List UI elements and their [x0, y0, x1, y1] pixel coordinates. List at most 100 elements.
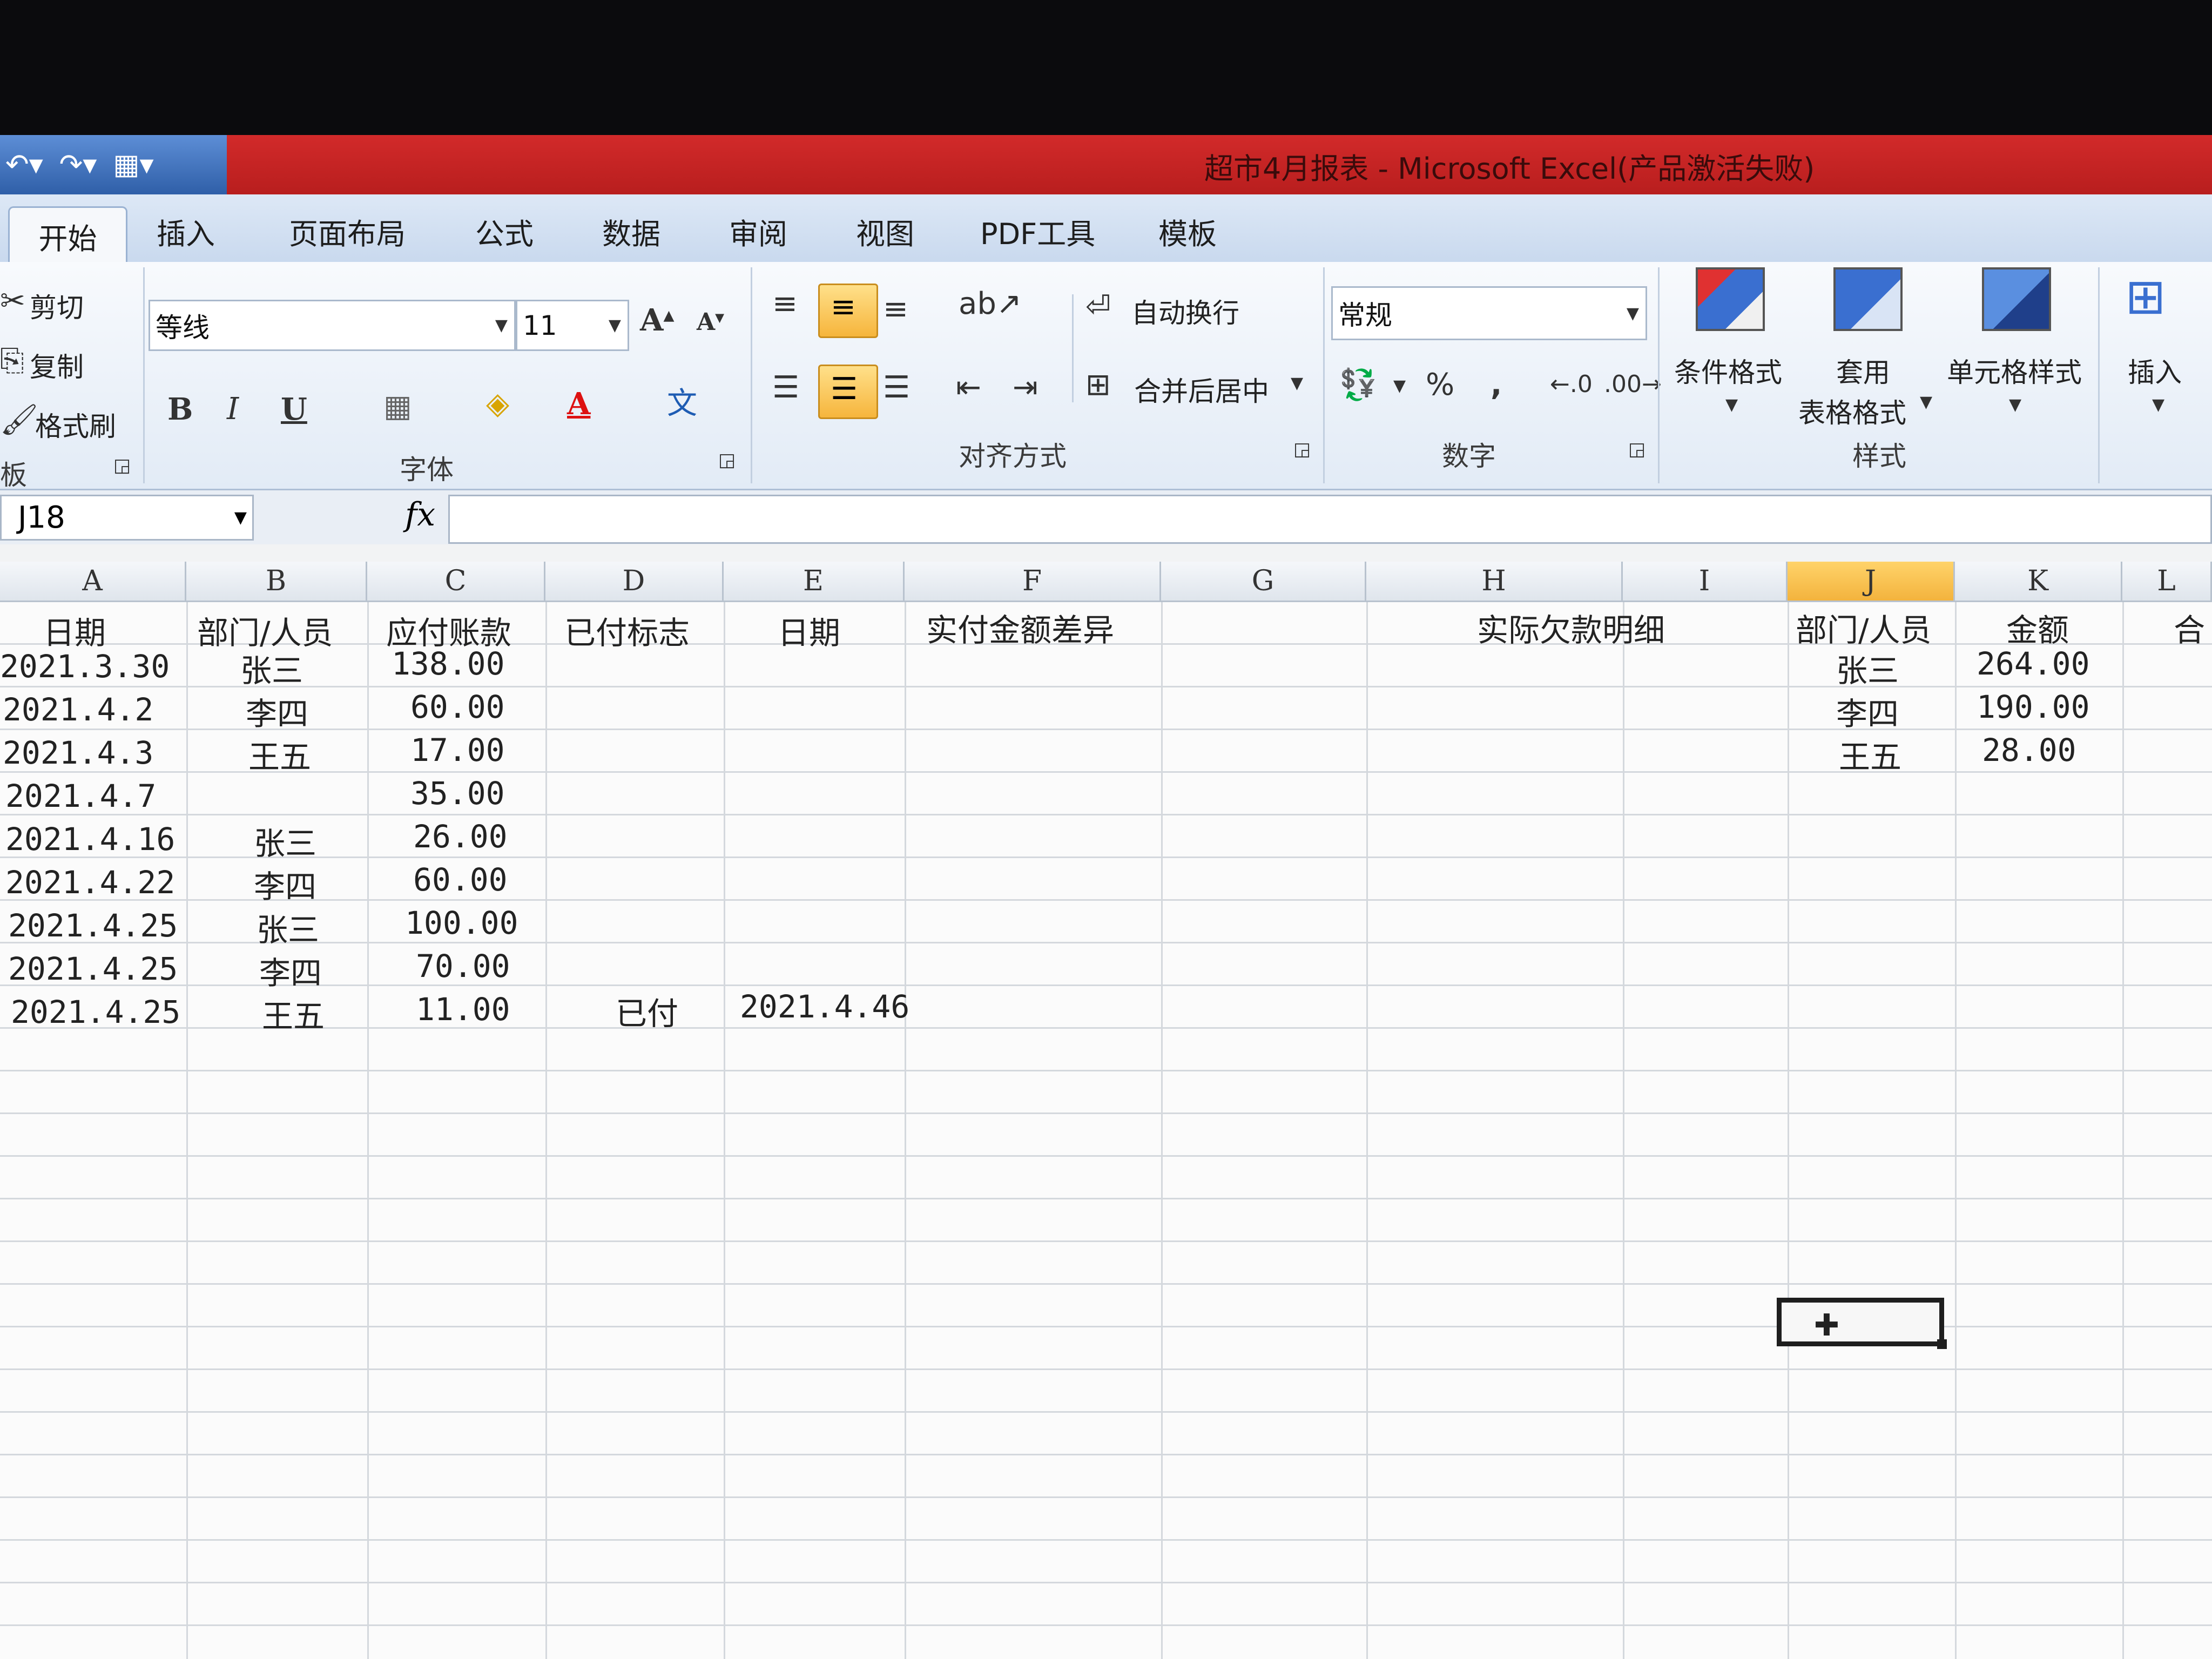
insert-cells-button[interactable]: 插入: [2128, 351, 2182, 390]
row-paid-date[interactable]: 2021.4.46: [740, 988, 909, 1025]
font-size-combo[interactable]: 11 ▼: [516, 300, 629, 351]
chevron-down-icon[interactable]: ▼: [1393, 378, 1406, 394]
summary-person[interactable]: 张三: [1836, 645, 1899, 691]
tab-formulas[interactable]: 公式: [475, 204, 534, 258]
header-date[interactable]: 日期: [43, 608, 106, 653]
column-header-k[interactable]: K: [1955, 562, 2122, 602]
cut-button[interactable]: 剪切: [30, 286, 84, 325]
header-paid-date[interactable]: 日期: [778, 608, 840, 653]
increase-decimal-icon[interactable]: ←.0: [1550, 373, 1593, 396]
undo-icon[interactable]: ↶▾: [5, 149, 43, 181]
row-amount[interactable]: 100.00: [405, 905, 518, 941]
row-date[interactable]: 2021.4.22: [5, 864, 175, 901]
align-left-icon[interactable]: ☰: [772, 373, 799, 403]
row-amount[interactable]: 70.00: [416, 948, 510, 984]
font-color-button[interactable]: A: [567, 389, 590, 419]
column-header-a[interactable]: A: [0, 562, 186, 602]
copy-button[interactable]: 复制: [30, 346, 84, 385]
italic-button[interactable]: I: [227, 394, 239, 424]
formula-input[interactable]: [448, 495, 2212, 544]
active-cell[interactable]: ✚: [1777, 1298, 1947, 1349]
align-center-button[interactable]: ☰: [818, 365, 878, 419]
format-as-table-line1[interactable]: 套用: [1836, 351, 1890, 390]
shrink-font-button[interactable]: A▼: [697, 311, 724, 334]
font-name-combo[interactable]: 等线 ▼: [149, 300, 516, 351]
tab-data[interactable]: 数据: [602, 204, 660, 258]
number-format-combo[interactable]: 常规 ▼: [1331, 286, 1647, 340]
grow-font-button[interactable]: A▲: [640, 305, 674, 335]
increase-indent-icon[interactable]: ⇥: [1013, 373, 1038, 403]
column-header-g[interactable]: G: [1161, 562, 1366, 602]
row-amount[interactable]: 138.00: [392, 645, 505, 682]
row-person[interactable]: 王五: [262, 991, 325, 1036]
decrease-decimal-icon[interactable]: .00→: [1604, 373, 1662, 396]
dialog-launcher-icon[interactable]: ◲: [718, 451, 736, 469]
name-box[interactable]: J18 ▼: [0, 495, 254, 541]
fill-handle[interactable]: [1937, 1339, 1947, 1349]
row-person[interactable]: 李四: [259, 948, 322, 993]
row-amount[interactable]: 60.00: [410, 689, 505, 725]
row-date[interactable]: 2021.3.30: [0, 648, 170, 685]
column-header-d[interactable]: D: [545, 562, 724, 602]
underline-button[interactable]: U: [281, 394, 307, 424]
cell-styles-button[interactable]: 单元格样式: [1947, 351, 2082, 390]
column-header-f[interactable]: F: [905, 562, 1161, 602]
chevron-down-icon[interactable]: ▼: [1725, 397, 1738, 413]
tab-insert[interactable]: 插入: [157, 204, 215, 258]
tab-templates[interactable]: 模板: [1158, 204, 1217, 258]
comma-button[interactable]: ,: [1491, 370, 1502, 400]
row-person[interactable]: 李四: [246, 689, 308, 734]
align-top-icon[interactable]: ≡: [772, 289, 798, 319]
chevron-down-icon[interactable]: ▼: [1291, 375, 1303, 392]
header-debt-detail[interactable]: 实际欠款明细: [1477, 605, 1665, 650]
column-header-e[interactable]: E: [724, 562, 905, 602]
align-middle-button[interactable]: ≡: [818, 284, 878, 338]
format-painter-button[interactable]: 格式刷: [35, 405, 116, 444]
summary-amount[interactable]: 28.00: [1982, 732, 2076, 768]
tab-pdf-tools[interactable]: PDF工具: [980, 204, 1095, 258]
dialog-launcher-icon[interactable]: ◲: [1293, 440, 1311, 458]
row-date[interactable]: 2021.4.2: [3, 691, 153, 728]
summary-person[interactable]: 王五: [1839, 732, 1901, 777]
row-person[interactable]: 张三: [257, 905, 319, 950]
header-summary-amount[interactable]: 金额: [2006, 605, 2069, 650]
dialog-launcher-icon[interactable]: ◲: [1628, 440, 1645, 458]
percent-button[interactable]: %: [1426, 370, 1454, 400]
header-total[interactable]: 合: [2174, 605, 2205, 650]
align-right-icon[interactable]: ☰: [883, 373, 910, 403]
format-as-table-line2[interactable]: 表格格式: [1798, 392, 1906, 430]
currency-icon[interactable]: 💱: [1339, 370, 1377, 400]
column-header-i[interactable]: I: [1623, 562, 1788, 602]
row-amount[interactable]: 11.00: [416, 991, 510, 1028]
row-date[interactable]: 2021.4.25: [8, 950, 178, 987]
summary-person[interactable]: 李四: [1836, 689, 1899, 734]
row-person[interactable]: 李四: [254, 861, 316, 907]
chevron-down-icon[interactable]: ▼: [2152, 397, 2164, 413]
row-amount[interactable]: 26.00: [413, 818, 508, 855]
chevron-down-icon[interactable]: ▼: [2009, 397, 2021, 413]
header-paid-flag[interactable]: 已付标志: [564, 608, 690, 653]
row-date[interactable]: 2021.4.16: [5, 821, 175, 858]
chevron-down-icon[interactable]: ▼: [1920, 394, 1932, 410]
row-date[interactable]: 2021.4.7: [5, 778, 156, 814]
fill-color-icon[interactable]: ◈: [486, 389, 509, 419]
row-date[interactable]: 2021.4.25: [8, 907, 178, 944]
summary-amount[interactable]: 190.00: [1977, 689, 2090, 725]
tab-page-layout[interactable]: 页面布局: [289, 204, 406, 258]
row-amount[interactable]: 35.00: [410, 775, 505, 812]
bold-button[interactable]: B: [167, 394, 193, 424]
orientation-icon[interactable]: ab↗: [959, 289, 1022, 319]
wrap-text-button[interactable]: 自动换行: [1131, 292, 1239, 331]
row-paid-flag[interactable]: 已付: [616, 988, 678, 1034]
row-date[interactable]: 2021.4.25: [11, 994, 180, 1030]
row-amount[interactable]: 60.00: [413, 861, 508, 898]
tab-review[interactable]: 审阅: [729, 204, 787, 258]
conditional-formatting-button[interactable]: 条件格式: [1674, 351, 1782, 390]
row-person[interactable]: 王五: [248, 732, 311, 777]
redo-icon[interactable]: ↷▾: [59, 149, 97, 181]
column-header-l[interactable]: L: [2122, 562, 2212, 602]
column-header-h[interactable]: H: [1366, 562, 1623, 602]
borders-icon[interactable]: ▦: [383, 392, 412, 422]
row-person[interactable]: 张三: [240, 645, 303, 691]
dialog-launcher-icon[interactable]: ◲: [113, 456, 131, 475]
